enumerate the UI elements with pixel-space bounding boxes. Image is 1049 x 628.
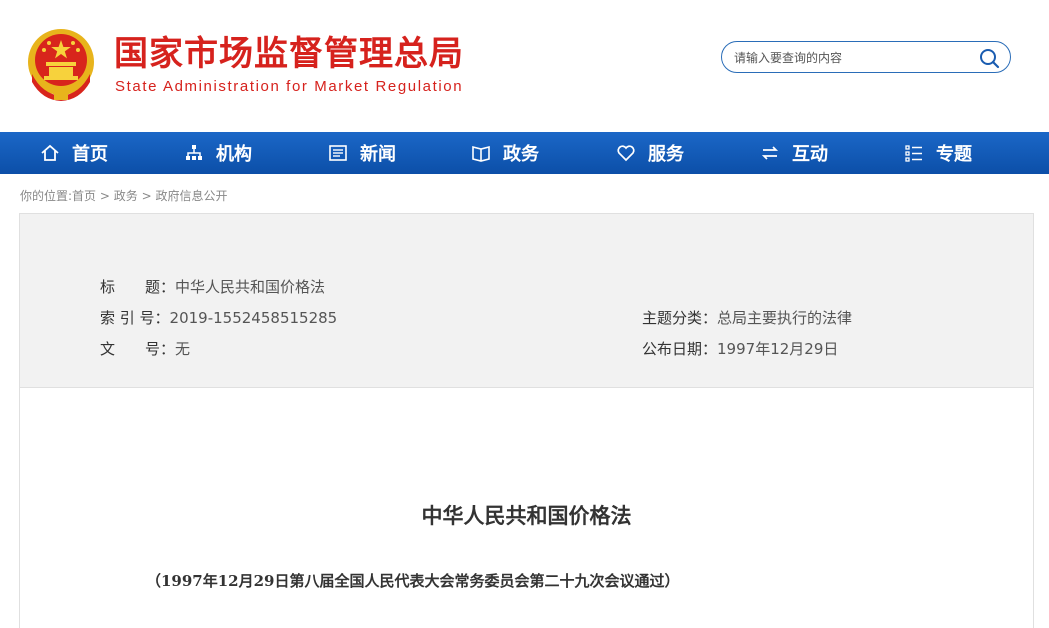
nav-item-affairs[interactable]: 政务 [471,132,539,174]
meta-topic-key: 主题分类： [642,309,718,327]
nav-label: 专题 [936,144,972,165]
nav-item-news[interactable]: 新闻 [328,132,396,174]
site-title: 国家市场监督管理总局 [114,34,464,74]
nav-item-topics[interactable]: 专题 [904,132,972,174]
nav-label: 互动 [792,144,828,165]
nav-label: 首页 [72,144,108,165]
site-header: 国家市场监督管理总局 State Administration for Mark… [0,0,1049,132]
meta-date-value: 1997年12月29日 [717,340,839,358]
meta-docno-key: 文 号： [100,340,176,358]
meta-index-value: 2019-1552458515285 [169,309,338,327]
list-icon [905,145,922,162]
heart-icon [617,145,635,162]
document-body: 中华人民共和国价格法 （1997年12月29日第八届全国人民代表大会常务委员会第… [19,388,1034,628]
meta-docno-row: 文 号：无 [100,338,190,359]
meta-title-value: 中华人民共和国价格法 [175,278,326,296]
meta-title-key: 标 题： [100,278,176,296]
search-icon[interactable] [978,47,1000,69]
nav-item-interact[interactable]: 互动 [760,132,828,174]
home-icon [41,144,59,161]
newspaper-icon [329,145,347,161]
breadcrumb: 你的位置:首页 > 政务 > 政府信息公开 [20,187,228,204]
meta-date-key: 公布日期： [642,340,718,358]
nav-item-service[interactable]: 服务 [616,132,684,174]
document-title: 中华人民共和国价格法 [421,504,632,528]
nav-label: 新闻 [360,144,396,165]
meta-docno-value: 无 [175,340,191,358]
document-meta-panel: 标 题：中华人民共和国价格法 索 引 号：2019-1552458515285 … [19,213,1034,388]
exchange-icon [761,146,779,160]
meta-topic-value: 总局主要执行的法律 [717,309,853,327]
meta-topic-row: 主题分类：总局主要执行的法律 [642,307,852,328]
site-subtitle: State Administration for Market Regulati… [115,78,464,95]
breadcrumb-separator: > [141,189,152,203]
meta-title-row: 标 题：中华人民共和国价格法 [100,276,325,297]
nav-label: 政务 [503,144,539,165]
breadcrumb-gov-info[interactable]: 政府信息公开 [156,189,228,203]
meta-index-row: 索 引 号：2019-1552458515285 [100,307,337,328]
meta-index-key: 索 引 号： [100,309,170,327]
nav-item-home[interactable]: 首页 [40,132,108,174]
meta-date-row: 公布日期：1997年12月29日 [642,338,838,359]
nav-item-org[interactable]: 机构 [184,132,252,174]
breadcrumb-separator: > [99,189,110,203]
breadcrumb-affairs[interactable]: 政务 [114,189,138,203]
national-emblem-icon[interactable] [24,26,98,102]
main-nav: 首页 机构 新闻 政务 服务 互动 专题 [0,132,1049,174]
org-chart-icon [186,145,202,160]
breadcrumb-home[interactable]: 首页 [72,189,96,203]
breadcrumb-prefix: 你的位置: [20,189,73,203]
nav-label: 服务 [648,144,684,165]
book-icon [472,145,490,162]
nav-label: 机构 [216,144,252,165]
search-box [721,41,1011,73]
document-subtitle: （1997年12月29日第八届全国人民代表大会常务委员会第二十九次会议通过） [146,572,680,590]
search-input[interactable] [732,48,976,68]
